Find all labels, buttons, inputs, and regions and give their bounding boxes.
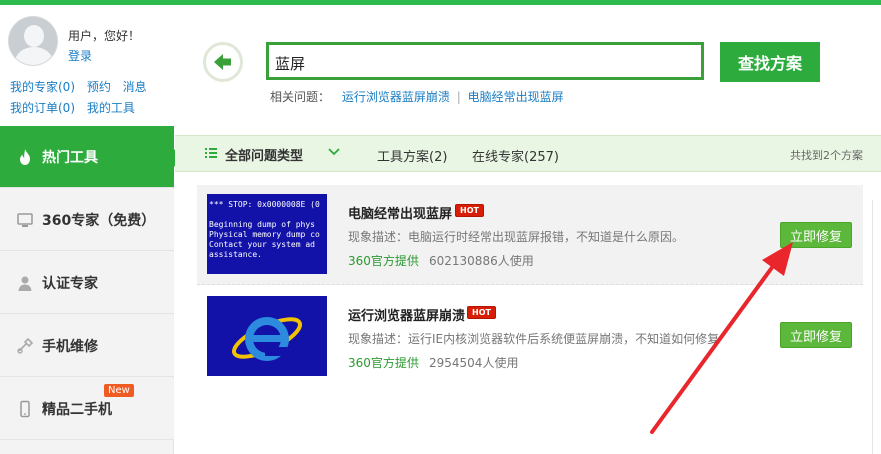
related-separator: | (456, 90, 461, 104)
back-arrow-icon (212, 51, 234, 73)
ie-bsod-thumbnail[interactable] (207, 296, 327, 376)
messages-link[interactable]: 消息 (123, 80, 147, 94)
person-icon (18, 276, 32, 291)
all-types-dropdown[interactable]: 全部问题类型 (225, 145, 303, 164)
result-source: 360官方提供 (348, 356, 419, 370)
ie-logo-icon (231, 317, 303, 361)
back-button[interactable] (203, 42, 243, 82)
related-questions: 相关问题： 运行浏览器蓝屏崩溃 | 电脑经常出现蓝屏 (270, 88, 564, 105)
result-source: 360官方提供 (348, 254, 419, 268)
my-orders-link[interactable]: 我的订单(0) (10, 101, 75, 115)
bsod-thumbnail[interactable]: *** STOP: 0x0000008E (0 Beginning dump o… (207, 194, 327, 274)
filter-bar: 全部问题类型 工具方案(2) 在线专家(257) 共找到2个方案 (175, 135, 881, 172)
search-input[interactable]: 蓝屏 (266, 42, 704, 80)
hot-badge: HOT (467, 306, 496, 319)
result-item: 运行浏览器蓝屏崩溃 HOT 现象描述：运行IE内核浏览器软件后系统便蓝屏崩溃，不… (197, 287, 863, 387)
user-links-row-2: 我的订单(0) 我的工具 (10, 99, 143, 116)
sidebar-item-phone-repair[interactable]: 手机维修 (0, 315, 174, 377)
login-link[interactable]: 登录 (68, 47, 92, 64)
list-icon (205, 148, 217, 158)
greeting-text: 用户，您好！ (68, 29, 141, 43)
sidebar-item-label: 认证专家 (42, 275, 98, 292)
related-label: 相关问题： (270, 90, 331, 104)
new-badge: New (104, 384, 134, 397)
result-usage-count: 602130886人使用 (429, 254, 534, 268)
result-usage-count: 2954504人使用 (429, 356, 519, 370)
user-links-row-1: 我的专家(0) 预约 消息 (10, 78, 155, 95)
chevron-down-icon[interactable] (327, 145, 341, 159)
fix-now-button[interactable]: 立即修复 (780, 222, 852, 248)
sidebar-item-label: 精品二手机 (42, 401, 112, 418)
monitor-icon (17, 212, 33, 227)
related-link-browser-bsod[interactable]: 运行浏览器蓝屏崩溃 (342, 90, 450, 104)
result-item: *** STOP: 0x0000008E (0 Beginning dump o… (197, 185, 863, 285)
tab-online-experts[interactable]: 在线专家(257) (472, 146, 559, 165)
hot-badge: HOT (455, 204, 484, 217)
phone-repair-icon (17, 337, 34, 354)
my-tools-link[interactable]: 我的工具 (87, 101, 135, 115)
bsod-text: *** STOP: 0x0000008E (0 Beginning dump o… (209, 200, 320, 259)
sidebar-item-certified-expert[interactable]: 认证专家 (0, 252, 174, 314)
sidebar-item-label: 手机维修 (42, 338, 98, 355)
mobile-phone-icon (20, 400, 30, 417)
flame-icon (20, 148, 30, 165)
sidebar-item-label: 360专家（免费） (42, 212, 156, 229)
avatar[interactable] (8, 16, 58, 66)
sidebar-item-label: 热门工具 (42, 149, 98, 166)
result-description: 现象描述：电脑运行时经常出现蓝屏报错，不知道是什么原因。 (348, 230, 685, 244)
related-link-frequent-bsod[interactable]: 电脑经常出现蓝屏 (468, 90, 564, 104)
sidebar-item-hot-tools[interactable]: 热门工具 (0, 126, 182, 188)
user-panel: 用户，您好！ 登录 我的专家(0) 预约 消息 我的订单(0) 我的工具 (0, 5, 174, 126)
find-solution-button[interactable]: 查找方案 (720, 42, 820, 82)
sidebar: 用户，您好！ 登录 我的专家(0) 预约 消息 我的订单(0) 我的工具 热门工… (0, 5, 182, 454)
result-count: 共找到2个方案 (790, 149, 863, 162)
result-title[interactable]: 运行浏览器蓝屏崩溃 (348, 305, 465, 324)
appointment-link[interactable]: 预约 (87, 80, 111, 94)
scroll-edge (872, 200, 881, 454)
result-title[interactable]: 电脑经常出现蓝屏 (348, 203, 452, 222)
result-description: 现象描述：运行IE内核浏览器软件后系统便蓝屏崩溃，不知道如何修复 (348, 332, 720, 346)
fix-now-button[interactable]: 立即修复 (780, 322, 852, 348)
sidebar-item-used-phones[interactable]: 精品二手机 New (0, 378, 174, 440)
tab-tool-solutions[interactable]: 工具方案(2) (377, 146, 447, 165)
sidebar-item-360-expert[interactable]: 360专家（免费） (0, 189, 174, 251)
my-experts-link[interactable]: 我的专家(0) (10, 80, 75, 94)
